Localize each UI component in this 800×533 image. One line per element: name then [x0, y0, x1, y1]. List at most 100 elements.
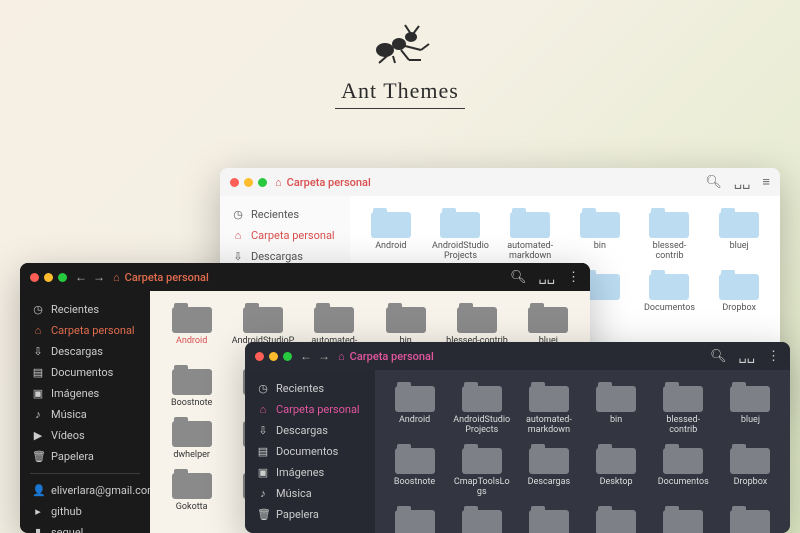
sidebar-item-label: Descargas — [51, 345, 103, 358]
gh-icon: ▸ — [32, 505, 44, 518]
menu-icon[interactable]: ⋮ — [767, 349, 780, 364]
folder-item[interactable]: automated-markdown — [497, 206, 563, 264]
folder-icon — [395, 382, 435, 412]
documents-icon: ▤ — [257, 445, 269, 458]
folder-item[interactable]: Boostnote — [383, 442, 446, 500]
sidebar-item[interactable]: ▮sequel — [20, 522, 150, 533]
folder-item[interactable]: Descargas — [517, 442, 580, 500]
folder-label: bluej — [730, 242, 749, 252]
search-icon[interactable]: 🔍︎ — [510, 270, 527, 285]
folder-item[interactable]: Boostnote — [158, 363, 225, 411]
folder-item[interactable]: Android — [158, 301, 225, 359]
recent-icon: ◷ — [32, 303, 44, 316]
sidebar-item-label: Carpeta personal — [51, 324, 135, 337]
traffic-lights[interactable] — [230, 178, 267, 187]
folder-item[interactable]: dwhelper — [158, 415, 225, 463]
back-icon[interactable]: ← — [300, 349, 312, 363]
sidebar-item-label: Imágenes — [51, 387, 99, 400]
sidebar-item[interactable]: 🗑Papelera — [20, 446, 150, 467]
sidebar-item[interactable]: ▣Imágenes — [245, 462, 375, 483]
sidebar-item[interactable]: ♪Música — [245, 483, 375, 504]
traffic-lights[interactable] — [255, 352, 292, 361]
forward-icon[interactable]: → — [318, 349, 330, 363]
folder-icon — [172, 469, 212, 499]
folder-item[interactable]: bin — [585, 380, 648, 438]
folder-item[interactable]: Gokotta — [158, 467, 225, 515]
menu-icon[interactable]: ⋮ — [567, 270, 580, 285]
sidebar-item[interactable]: ▤Documentos — [245, 441, 375, 462]
sidebar-item[interactable]: ◷Recientes — [220, 204, 350, 225]
folder-item[interactable]: AndroidStudioProjects — [450, 380, 513, 438]
view-grid-icon[interactable]: ␣␣ — [734, 175, 751, 190]
download-icon: ⇩ — [232, 250, 244, 263]
folder-label: Boostnote — [171, 399, 212, 409]
folder-icon — [528, 303, 568, 333]
sidebar-item-label: Papelera — [276, 508, 319, 521]
folder-item[interactable] — [719, 504, 782, 533]
sidebar-item[interactable]: ▸github — [20, 501, 150, 522]
folder-item[interactable]: AndroidStudioProjects — [428, 206, 494, 264]
back-icon[interactable]: ← — [75, 270, 87, 284]
folder-item[interactable]: bluej — [719, 380, 782, 438]
sidebar-item[interactable]: ▣Imágenes — [20, 383, 150, 404]
folder-item[interactable]: Dropbox — [706, 268, 772, 316]
folder-item[interactable]: blessed-contrib — [637, 206, 703, 264]
sidebar-item-label: Carpeta personal — [251, 229, 335, 242]
titlebar[interactable]: ←→ ⌂Carpeta personal 🔍︎ ␣␣ ⋮ — [245, 342, 790, 370]
folder-item[interactable] — [383, 504, 446, 533]
titlebar[interactable]: ⌂Carpeta personal 🔍︎ ␣␣ ≡ — [220, 168, 780, 196]
sidebar: ◷Recientes⌂Carpeta personal⇩Descargas▤Do… — [245, 370, 375, 533]
sidebar-item[interactable]: ⌂ Carpeta personal — [20, 320, 150, 341]
music-icon: ♪ — [32, 408, 44, 421]
folder-label: automated-markdown — [519, 416, 578, 436]
sidebar-item[interactable]: ▶Vídeos — [20, 425, 150, 446]
folder-item[interactable]: Dropbox — [719, 442, 782, 500]
folder-item[interactable]: Android — [383, 380, 446, 438]
folder-label: blessed-contrib — [639, 242, 701, 262]
person-icon: 👤 — [32, 484, 44, 497]
download-icon: ⇩ — [257, 424, 269, 437]
folder-item[interactable]: bin — [567, 206, 633, 264]
sidebar-item[interactable]: ⇩Descargas — [245, 420, 375, 441]
view-grid-icon[interactable]: ␣␣ — [538, 270, 555, 285]
folder-item[interactable] — [652, 504, 715, 533]
sidebar-item[interactable]: ◷ Recientes — [20, 299, 150, 320]
folder-icon — [719, 270, 759, 300]
sidebar-item[interactable]: ⇩Descargas — [20, 341, 150, 362]
folder-item[interactable]: Documentos — [637, 268, 703, 316]
traffic-lights[interactable] — [30, 273, 67, 282]
folder-label: Documentos — [644, 304, 695, 314]
forward-icon[interactable]: → — [93, 270, 105, 284]
sidebar-item[interactable]: ◷Recientes — [245, 378, 375, 399]
sidebar-item[interactable]: ⌂Carpeta personal — [220, 225, 350, 246]
sidebar-item[interactable]: 👤eliverlara@gmail.com — [20, 480, 150, 501]
folder-icon — [395, 444, 435, 474]
folder-item[interactable] — [585, 504, 648, 533]
home-icon: ⌂ — [32, 324, 44, 337]
sidebar-item[interactable]: ⌂Carpeta personal — [245, 399, 375, 420]
titlebar[interactable]: ←→ ⌂Carpeta personal 🔍︎ ␣␣ ⋮ — [20, 263, 590, 291]
folder-label: Desktop — [600, 478, 633, 488]
folder-item[interactable]: bluej — [706, 206, 772, 264]
folder-icon — [440, 208, 480, 238]
folder-item[interactable]: CmapToolsLogs — [450, 442, 513, 500]
search-icon[interactable]: 🔍︎ — [710, 349, 727, 364]
folder-item[interactable]: Android — [358, 206, 424, 264]
folder-item[interactable] — [517, 504, 580, 533]
folder-label: Dropbox — [734, 478, 768, 488]
view-grid-icon[interactable]: ␣␣ — [738, 349, 755, 364]
folder-icon — [395, 506, 435, 533]
folder-label: blessed-contrib — [654, 416, 713, 436]
folder-item[interactable]: Desktop — [585, 442, 648, 500]
sidebar-item-label: Recientes — [51, 303, 99, 316]
search-icon[interactable]: 🔍︎ — [705, 175, 722, 190]
folder-item[interactable] — [450, 504, 513, 533]
folder-icon — [649, 208, 689, 238]
folder-item[interactable]: automated-markdown — [517, 380, 580, 438]
menu-icon[interactable]: ≡ — [762, 174, 770, 190]
folder-item[interactable]: Documentos — [652, 442, 715, 500]
sidebar-item[interactable]: ▤Documentos — [20, 362, 150, 383]
sidebar-item[interactable]: ♪Música — [20, 404, 150, 425]
sidebar-item[interactable]: 🗑Papelera — [245, 504, 375, 525]
folder-item[interactable]: blessed-contrib — [652, 380, 715, 438]
